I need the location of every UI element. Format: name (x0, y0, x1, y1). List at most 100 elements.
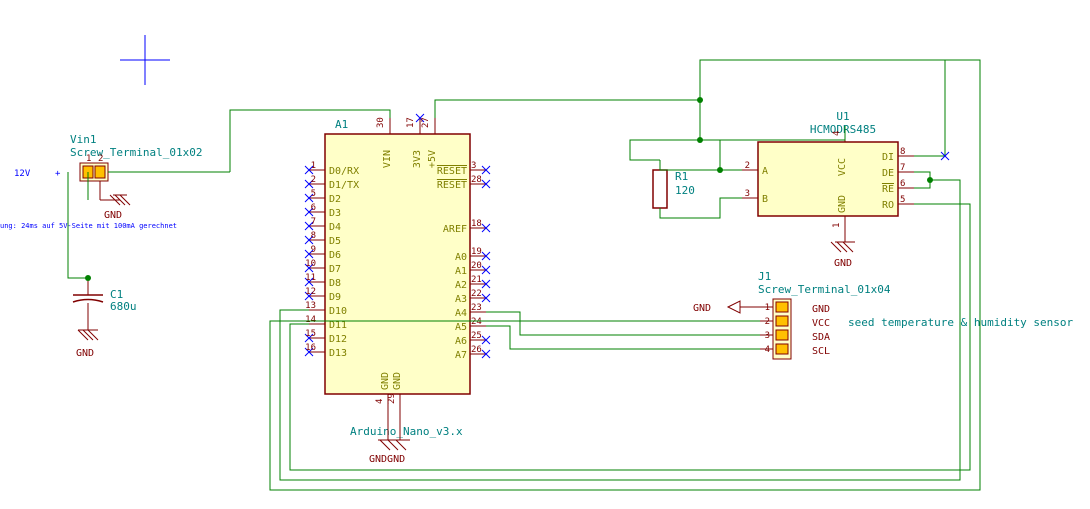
a1-pin3: 3 (471, 161, 476, 171)
j1-p1: 1 (765, 303, 770, 313)
j1-p3: 3 (765, 331, 770, 341)
j1-terminal: J1 Screw_Terminal_01x04 1 2 3 4 GND VCC … (693, 270, 1074, 359)
u1-gnd: GND (837, 195, 848, 213)
vin1-plus: + (55, 169, 61, 179)
c1-capacitor: C1 680u GND (73, 278, 137, 359)
r1-ref: R1 (675, 170, 688, 183)
a1-reset1: RESET (437, 166, 467, 177)
a1-a5: A5 (455, 322, 467, 333)
u1-p8: 8 (900, 147, 905, 157)
a1-pn23: 23 (471, 303, 482, 313)
u1-p2: 2 (745, 161, 750, 171)
a1-a0: A0 (455, 252, 467, 263)
a1-gnd1: GND (380, 372, 391, 390)
a1-aref: AREF (443, 224, 467, 235)
j1-p4: 4 (765, 345, 770, 355)
arduino-value: Arduino_Nano_v3.x (350, 425, 463, 438)
r1-resistor: R1 120 (653, 160, 695, 218)
c1-value: 680u (110, 300, 137, 313)
a1-a7: A7 (455, 350, 467, 361)
a1-a6: A6 (455, 336, 467, 347)
a1-pn1: 1 (311, 161, 316, 171)
u1-gnd-symbol: GND (831, 232, 855, 269)
a1-d7: D7 (329, 264, 341, 275)
u1-p7: 7 (900, 163, 905, 173)
a1-a4: A4 (455, 308, 467, 319)
a1-d2: D2 (329, 194, 341, 205)
a1-d10: D10 (329, 306, 347, 317)
a1-gnd2: GND (392, 372, 403, 390)
u1-ref: U1 (836, 110, 849, 123)
a1-pn12: 12 (305, 287, 316, 297)
a1-d5: D5 (329, 236, 341, 247)
a1-vin: VIN (382, 150, 393, 168)
u1-gnd-label: GND (834, 258, 852, 269)
vin1-gnd-symbol: GND (100, 195, 130, 221)
a1-pn26: 26 (471, 345, 482, 355)
r1-value: 120 (675, 184, 695, 197)
u1-p6: 6 (900, 179, 905, 189)
u1-p4: 4 (832, 131, 842, 136)
a1-pn6: 6 (311, 203, 316, 213)
j1-vcc: VCC (812, 318, 830, 329)
a1-pn19: 19 (471, 247, 482, 257)
a1-pn21: 21 (471, 275, 482, 285)
vin1-gnd-label: GND (104, 210, 122, 221)
a1-pn4: 4 (375, 399, 385, 404)
c1-gnd-label: GND (76, 348, 94, 359)
a1-gndbot: GNDGND (369, 454, 405, 465)
arduino-nano: A1 Arduino_Nano_v3.x 30 VIN 17 3V3 27 +5… (305, 114, 490, 465)
arduino-ref: A1 (335, 118, 348, 131)
a1-pn15: 15 (305, 329, 316, 339)
a1-a3: A3 (455, 294, 467, 305)
j1-gnd-symbol: GND (693, 301, 760, 314)
a1-a1p: A1 (455, 266, 467, 277)
j1-value: Screw_Terminal_01x04 (758, 283, 891, 296)
u1-p3: 3 (745, 189, 750, 199)
a1-pin27: 27 (421, 117, 431, 128)
u1-vcc: VCC (837, 158, 848, 176)
a1-d1: D1/TX (329, 180, 359, 191)
u1-di: DI (882, 152, 894, 163)
vin1-terminal: Vin1 Screw_Terminal_01x02 1 2 12V + GND … (0, 133, 202, 230)
vin1-ref: Vin1 (70, 133, 97, 146)
u1-a: A (762, 166, 768, 177)
a1-pn9: 9 (311, 245, 316, 255)
vin1-12v-label: 12V (14, 169, 31, 179)
a1-pn8: 8 (311, 231, 316, 241)
a1-pn16: 16 (305, 343, 316, 353)
u1-b: B (762, 194, 768, 205)
a1-pn11: 11 (305, 273, 316, 283)
a1-pin30: 30 (376, 117, 386, 128)
a1-d12: D12 (329, 334, 347, 345)
j1-p2: 2 (765, 317, 770, 327)
a1-pn24: 24 (471, 317, 482, 327)
j1-gndlbl: GND (693, 303, 711, 314)
a1-pn29: 29 (387, 393, 397, 404)
a1-d11: D11 (329, 320, 347, 331)
a1-a2: A2 (455, 280, 467, 291)
a1-pin28: 28 (471, 175, 482, 185)
a1-pn25: 25 (471, 331, 482, 341)
a1-pn5: 5 (311, 189, 316, 199)
a1-d8: D8 (329, 278, 341, 289)
vin1-footnote: ung: 24ms auf 5V-Seite mit 100mA gerechn… (0, 222, 177, 230)
u1-rs485: U1 HCMODRS485 2A 3B 8DI 7DE 6RE 5RO 4VCC… (742, 110, 914, 269)
vin1-pin2: 2 (98, 154, 103, 164)
j1-sda: SDA (812, 332, 830, 343)
vin1-pin1: 1 (86, 154, 91, 164)
a1-pin17: 17 (406, 117, 416, 128)
j1-scl: SCL (812, 346, 830, 357)
u1-ro: RO (882, 200, 894, 211)
c1-gnd-symbol: GND (76, 320, 98, 359)
u1-p1: 1 (832, 223, 842, 228)
a1-pin18: 18 (471, 219, 482, 229)
a1-pn7: 7 (311, 217, 316, 227)
a1-pn20: 20 (471, 261, 482, 271)
u1-de: DE (882, 168, 894, 179)
a1-pn2: 2 (311, 175, 316, 185)
a1-d13: D13 (329, 348, 347, 359)
u1-value: HCMODRS485 (810, 123, 876, 136)
u1-re: RE (882, 184, 894, 195)
a1-pn10: 10 (305, 259, 316, 269)
